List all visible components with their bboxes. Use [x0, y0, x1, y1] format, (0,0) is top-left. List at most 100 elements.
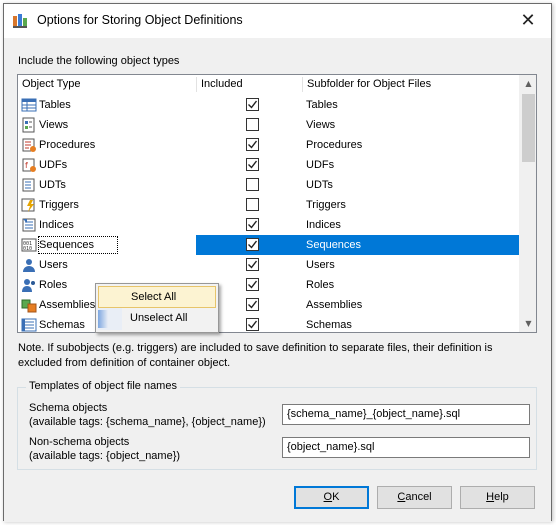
view-icon — [22, 117, 35, 133]
included-checkbox[interactable] — [246, 238, 259, 251]
included-checkbox[interactable] — [246, 98, 259, 111]
help-label: elp — [494, 491, 509, 503]
object-type-name: Roles — [39, 279, 68, 291]
udf-icon: f — [22, 158, 36, 172]
nonschema-template-input[interactable]: {object_name}.sql — [282, 437, 530, 458]
checkmark-icon — [248, 160, 258, 169]
subfolder-cell[interactable]: Procedures — [306, 135, 362, 155]
help-button[interactable]: Help — [460, 486, 535, 509]
table-row[interactable]: Users Users — [18, 255, 520, 275]
subfolder-cell[interactable]: Users — [306, 255, 335, 275]
checkmark-icon — [248, 280, 258, 289]
svg-text:f: f — [25, 161, 28, 170]
table-row[interactable]: UDTs UDTs — [18, 175, 520, 195]
object-type-name: Tables — [39, 99, 71, 111]
context-menu: Select All Unselect All — [95, 283, 219, 333]
assembly-icon — [21, 299, 37, 313]
menu-item-select-all[interactable]: Select All — [98, 286, 216, 308]
index-icon — [22, 218, 36, 232]
groupbox-legend: Templates of object file names — [26, 380, 180, 392]
column-header-subfolder[interactable]: Subfolder for Object Files — [303, 75, 518, 94]
schema-template-input[interactable]: {schema_name}_{object_name}.sql — [282, 404, 530, 425]
included-checkbox[interactable] — [246, 218, 259, 231]
checkmark-icon — [248, 300, 258, 309]
table-row[interactable]: Roles Roles — [18, 275, 520, 295]
include-label: Include the following object types — [18, 55, 180, 67]
included-checkbox[interactable] — [246, 278, 259, 291]
svg-text:010: 010 — [23, 246, 32, 252]
included-checkbox[interactable] — [246, 318, 259, 331]
cancel-button[interactable]: Cancel — [377, 486, 452, 509]
subfolder-cell[interactable]: UDFs — [306, 155, 334, 175]
included-checkbox[interactable] — [246, 138, 259, 151]
checkmark-icon — [248, 240, 258, 249]
scroll-down-icon[interactable]: ▼ — [520, 315, 536, 332]
subfolder-cell[interactable]: Tables — [306, 95, 338, 115]
object-type-name: Triggers — [39, 199, 79, 211]
subfolder-cell[interactable]: Views — [306, 115, 335, 135]
schema-objects-tags: (available tags: {schema_name}, {object_… — [29, 416, 266, 428]
table-row[interactable]: Views Views — [18, 115, 520, 135]
procedure-icon — [22, 138, 36, 152]
table-row[interactable]: Schemas Schemas — [18, 315, 520, 332]
checkmark-icon — [248, 260, 258, 269]
dialog-client: Include the following object types Objec… — [4, 38, 551, 522]
included-checkbox[interactable] — [246, 298, 259, 311]
subfolder-cell[interactable]: UDTs — [306, 175, 333, 195]
focus-rectangle — [38, 236, 118, 254]
subfolder-cell[interactable]: Roles — [306, 275, 334, 295]
cancel-label: ancel — [405, 491, 432, 503]
window-title: Options for Storing Object Definitions — [37, 13, 243, 27]
subfolder-cell[interactable]: Schemas — [306, 315, 352, 332]
table-row[interactable]: Triggers Triggers — [18, 195, 520, 215]
close-icon[interactable]: ✕ — [517, 10, 539, 32]
grid-header: Object Type Included Subfolder for Objec… — [18, 75, 520, 94]
table-row[interactable]: f UDFs UDFs — [18, 155, 520, 175]
udt-icon — [22, 178, 35, 192]
menu-item-label: Select All — [131, 291, 177, 303]
checkmark-icon — [248, 220, 258, 229]
subfolder-cell[interactable]: Indices — [306, 215, 341, 235]
grid-rows: Tables Tables Views Views Procedures Procedur… — [18, 95, 520, 332]
table-icon — [21, 98, 37, 112]
templates-groupbox: Templates of object file names Schema ob… — [17, 380, 537, 470]
object-type-name: Schemas — [39, 319, 85, 331]
object-type-name: UDFs — [39, 159, 68, 171]
included-checkbox[interactable] — [246, 118, 259, 131]
included-checkbox[interactable] — [246, 258, 259, 271]
table-row[interactable]: Tables Tables — [18, 95, 520, 115]
table-row[interactable]: Assemblies Assemblies — [18, 295, 520, 315]
subfolder-cell[interactable]: Assemblies — [306, 295, 362, 315]
schema-objects-label: Schema objects — [29, 402, 108, 414]
nonschema-objects-label-block: Non-schema objects (available tags: {obj… — [29, 435, 180, 463]
scroll-up-icon[interactable]: ▲ — [520, 75, 536, 92]
menu-item-unselect-all[interactable]: Unselect All — [98, 308, 216, 330]
included-checkbox[interactable] — [246, 198, 259, 211]
object-type-name: Views — [39, 119, 69, 131]
trigger-icon — [21, 198, 35, 212]
subfolder-cell[interactable]: Sequences — [306, 235, 361, 255]
column-header-object-type[interactable]: Object Type — [18, 75, 196, 94]
column-header-included[interactable]: Included — [197, 75, 302, 94]
user-icon — [23, 259, 35, 272]
nonschema-objects-tags: (available tags: {object_name}) — [29, 450, 181, 462]
schema-objects-label-block: Schema objects (available tags: {schema_… — [29, 401, 266, 429]
subfolder-cell[interactable]: Triggers — [306, 195, 346, 215]
role-icon — [22, 279, 35, 292]
vertical-scrollbar[interactable]: ▲ ▼ — [519, 75, 536, 332]
table-row[interactable]: 001 010 Sequences Sequences — [18, 235, 520, 255]
ok-button[interactable]: OK — [294, 486, 369, 509]
checkmark-icon — [248, 140, 258, 149]
checkmark-icon — [248, 100, 258, 109]
object-type-name: Indices — [39, 219, 74, 231]
scroll-thumb[interactable] — [522, 94, 535, 162]
table-row[interactable]: Procedures Procedures — [18, 135, 520, 155]
included-checkbox[interactable] — [246, 158, 259, 171]
dialog-window: Options for Storing Object Definitions ✕… — [3, 3, 552, 522]
table-row[interactable]: Indices Indices — [18, 215, 520, 235]
object-type-name: UDTs — [39, 179, 66, 191]
title-bar[interactable]: Options for Storing Object Definitions ✕ — [4, 4, 551, 38]
nonschema-objects-label: Non-schema objects — [29, 436, 130, 448]
included-checkbox[interactable] — [246, 178, 259, 191]
object-type-name: Users — [39, 259, 68, 271]
